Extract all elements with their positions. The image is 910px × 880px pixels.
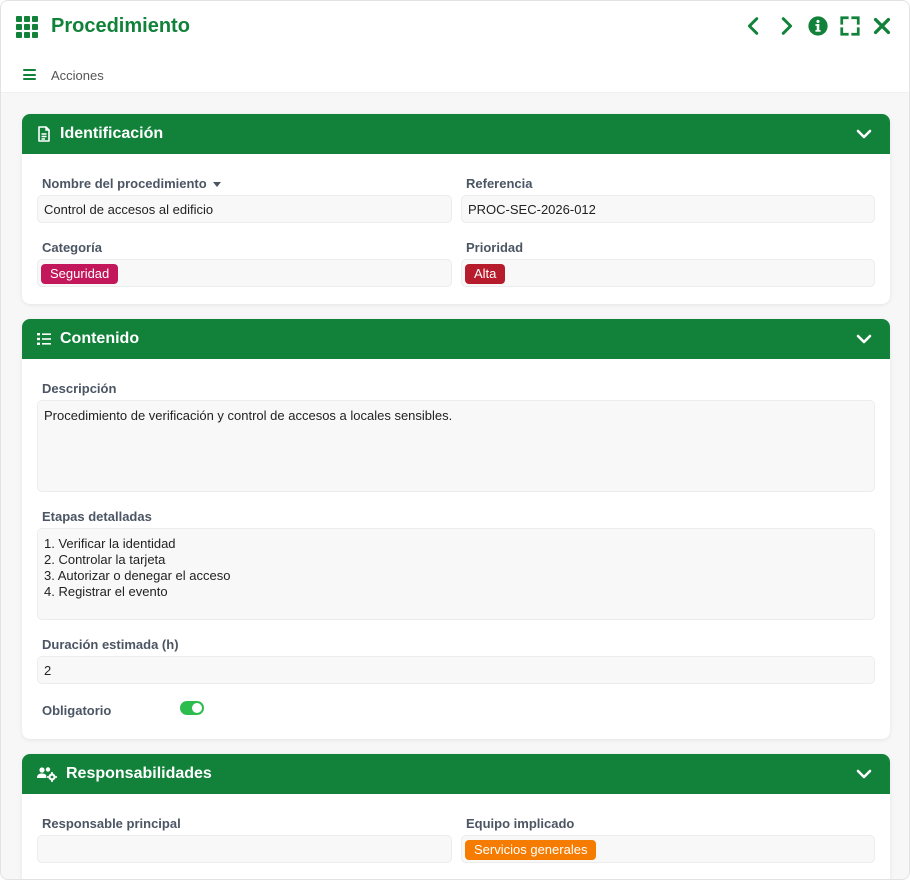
- prioridad-label: Prioridad: [466, 240, 524, 255]
- window-title: Procedimiento: [51, 15, 190, 37]
- caret-down-icon[interactable]: [212, 182, 221, 188]
- action-bar: Acciones: [1, 53, 909, 93]
- nombre-field[interactable]: Control de accesos al edificio: [37, 195, 452, 223]
- grid-icon: [16, 16, 40, 38]
- section-header-contenido[interactable]: Contenido: [22, 319, 890, 359]
- chevron-down-icon[interactable]: [856, 126, 872, 142]
- prioridad-field[interactable]: Alta: [461, 259, 875, 287]
- referencia-label: Referencia: [466, 176, 533, 191]
- duracion-field[interactable]: 2: [37, 656, 875, 684]
- actions-menu-button[interactable]: Acciones: [51, 68, 104, 83]
- etapas-textarea[interactable]: 1. Verificar la identidad 2. Controlar l…: [37, 528, 875, 620]
- chevron-down-icon[interactable]: [856, 766, 872, 782]
- chevron-right-icon[interactable]: [775, 15, 797, 37]
- section-title: Contenido: [60, 330, 140, 347]
- chevron-down-icon[interactable]: [856, 331, 872, 347]
- categoria-label: Categoría: [42, 240, 102, 255]
- responsable-field[interactable]: [37, 835, 452, 863]
- descripcion-textarea[interactable]: Procedimiento de verificación y control …: [37, 400, 875, 492]
- referencia-field[interactable]: PROC-SEC-2026-012: [461, 195, 875, 223]
- section-header-identificacion[interactable]: Identificación: [22, 114, 890, 154]
- close-icon[interactable]: [871, 15, 893, 37]
- etapas-label: Etapas detalladas: [42, 509, 152, 524]
- equipo-chip: Servicios generales: [465, 840, 597, 860]
- window-header: Procedimiento: [1, 1, 909, 53]
- procedure-window: Procedimiento Acciones Identificación No…: [0, 0, 910, 880]
- expand-icon[interactable]: [839, 15, 861, 37]
- categoria-field[interactable]: Seguridad: [37, 259, 452, 287]
- header-actions: [743, 15, 893, 37]
- nombre-label: Nombre del procedimiento: [42, 176, 221, 191]
- file-text-icon: [36, 126, 52, 142]
- duracion-label: Duración estimada (h): [42, 637, 179, 652]
- section-title: Identificación: [60, 125, 164, 142]
- chevron-left-icon[interactable]: [743, 15, 765, 37]
- section-title: Responsabilidades: [66, 765, 212, 782]
- section-responsabilidades: Responsabilidades Responsable principal …: [22, 754, 890, 879]
- categoria-chip: Seguridad: [41, 264, 119, 284]
- descripcion-label: Descripción: [42, 381, 117, 396]
- section-contenido: Contenido Descripción Procedimiento de v…: [22, 319, 890, 739]
- info-icon[interactable]: [807, 15, 829, 37]
- equipo-field[interactable]: Servicios generales: [461, 835, 875, 863]
- users-cog-icon: [36, 766, 58, 782]
- list-icon: [36, 331, 52, 347]
- obligatorio-toggle[interactable]: [180, 701, 204, 715]
- obligatorio-label: Obligatorio: [42, 703, 112, 718]
- prioridad-chip: Alta: [465, 264, 506, 284]
- responsable-label: Responsable principal: [42, 816, 181, 831]
- section-header-responsabilidades[interactable]: Responsabilidades: [22, 754, 890, 794]
- menu-icon[interactable]: [23, 69, 36, 80]
- section-identificacion: Identificación Nombre del procedimiento …: [22, 114, 890, 304]
- equipo-label: Equipo implicado: [466, 816, 575, 831]
